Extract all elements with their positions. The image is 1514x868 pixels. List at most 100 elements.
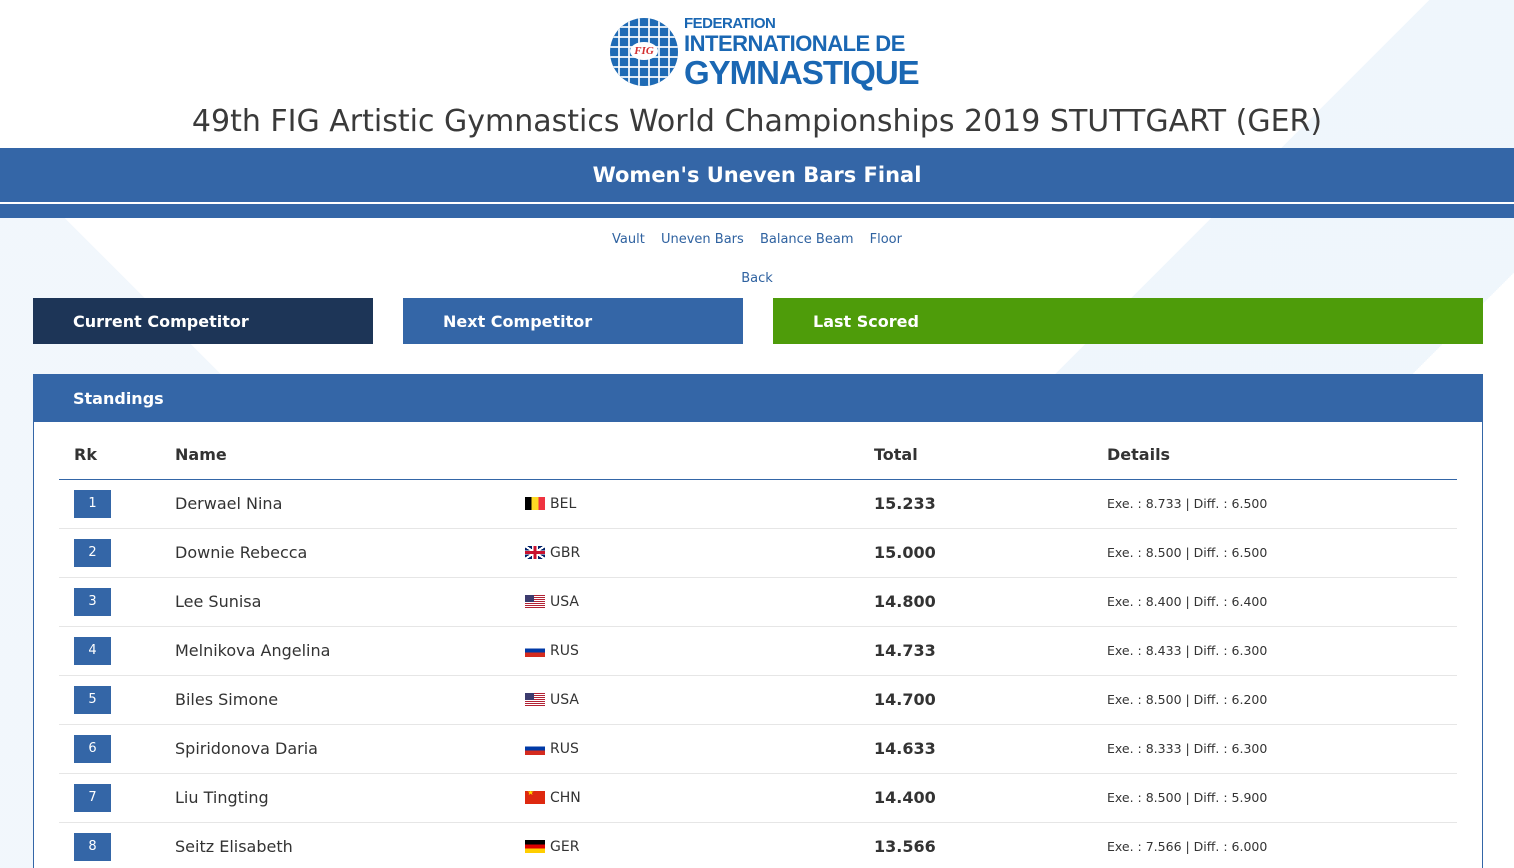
total-score: 15.000 [874,528,1107,578]
nation-code: BEL [550,495,577,512]
flag-icon [525,595,545,608]
nation-code: CHN [550,789,581,806]
nation: GBR [525,545,874,561]
score-details: Exe. : 8.333 | Diff. : 6.300 [1107,724,1457,774]
table-row[interactable]: 8 Seitz Elisabeth GER 13.566 Exe. : 7.566 | … [59,822,1457,868]
nav-link-vault[interactable]: Vault [612,232,645,247]
nation-cell: USA [525,675,874,725]
standings-table: Rk Name Total Details 1 Derwael Nina BEL 15… [59,422,1457,868]
rank-badge: 3 [74,587,111,616]
rank-badge: 5 [74,685,111,714]
logo-line-3: GYMNASTIQUE [684,53,920,91]
athlete-name: Spiridonova Daria [175,724,525,774]
total-score: 14.800 [874,577,1107,627]
table-row[interactable]: 1 Derwael Nina BEL 15.233 Exe. : 8.733 | Dif… [59,479,1457,529]
table-header-row: Rk Name Total Details [59,422,1457,480]
rank-cell: 7 [59,773,175,823]
flag-icon [525,791,545,804]
nation: GER [525,839,874,855]
athlete-name: Seitz Elisabeth [175,822,525,868]
nav-link-floor[interactable]: Floor [870,232,902,247]
nation: USA [525,594,874,610]
logo-line-2: INTERNATIONALE DE [684,30,905,56]
flag-icon [525,693,545,706]
score-details: Exe. : 8.500 | Diff. : 6.500 [1107,528,1457,578]
table-row[interactable]: 4 Melnikova Angelina RUS 14.733 Exe. : 8.433… [59,626,1457,676]
nation-cell: GER [525,822,874,868]
rank-cell: 3 [59,577,175,627]
total-score: 14.733 [874,626,1107,676]
back-link[interactable]: Back [741,271,773,286]
table-row[interactable]: 6 Spiridonova Daria RUS 14.633 Exe. : 8.333 … [59,724,1457,774]
table-row[interactable]: 2 Downie Rebecca GBR 15.000 Exe. : 8.500 | D… [59,528,1457,578]
score-details: Exe. : 8.500 | Diff. : 5.900 [1107,773,1457,823]
athlete-name: Lee Sunisa [175,577,525,627]
total-score: 13.566 [874,822,1107,868]
score-details: Exe. : 8.733 | Diff. : 6.500 [1107,479,1457,529]
column-header-rank: Rk [59,422,175,480]
apparatus-nav: Vault Uneven Bars Balance Beam Floor [0,232,1514,247]
table-row[interactable]: 5 Biles Simone USA 14.700 Exe. : 8.500 | Dif… [59,675,1457,725]
final-title: Women's Uneven Bars Final [0,148,1514,204]
logo-text: FEDERATION INTERNATIONALE DE GYMNASTIQUE [684,14,920,91]
score-details: Exe. : 8.400 | Diff. : 6.400 [1107,577,1457,627]
final-title-bar: Women's Uneven Bars Final [0,148,1514,218]
competitor-panels: Current Competitor Next Competitor Last … [33,298,1483,344]
nation: CHN [525,790,874,806]
score-details: Exe. : 7.566 | Diff. : 6.000 [1107,822,1457,868]
event-title: 49th FIG Artistic Gymnastics World Champ… [191,104,1323,139]
flag-icon [525,742,545,755]
total-score: 14.633 [874,724,1107,774]
score-details: Exe. : 8.433 | Diff. : 6.300 [1107,626,1457,676]
flag-icon [525,546,545,559]
nation-cell: BEL [525,479,874,529]
table-row[interactable]: 3 Lee Sunisa USA 14.800 Exe. : 8.400 | Diff.… [59,577,1457,627]
nation-code: GER [550,838,580,855]
nation-code: USA [550,691,579,708]
rank-cell: 1 [59,479,175,529]
standings-title: Standings [34,375,1482,422]
nation: BEL [525,496,874,512]
athlete-name: Melnikova Angelina [175,626,525,676]
rank-cell: 5 [59,675,175,725]
nav-link-balance-beam[interactable]: Balance Beam [760,232,854,247]
total-score: 14.700 [874,675,1107,725]
athlete-name: Downie Rebecca [175,528,525,578]
flag-icon [525,840,545,853]
athlete-name: Derwael Nina [175,479,525,529]
score-details: Exe. : 8.500 | Diff. : 6.200 [1107,675,1457,725]
rank-cell: 4 [59,626,175,676]
nation-cell: GBR [525,528,874,578]
rank-cell: 2 [59,528,175,578]
current-competitor-panel[interactable]: Current Competitor [33,298,373,344]
logo-line-1: FEDERATION [684,14,776,32]
nation-code: RUS [550,642,579,659]
last-scored-panel[interactable]: Last Scored [773,298,1483,344]
fig-emblem: FIG [630,42,658,60]
flag-icon [525,497,545,510]
column-header-nation [525,422,874,480]
nav-link-uneven-bars[interactable]: Uneven Bars [661,232,744,247]
rank-badge: 8 [74,832,111,861]
back-nav: Back [0,271,1514,286]
nation-cell: RUS [525,626,874,676]
nation: RUS [525,741,874,757]
standings-panel: Standings Rk Name Total Details 1 Derwael… [33,374,1483,868]
total-score: 15.233 [874,479,1107,529]
fig-logo[interactable]: FIG FEDERATION INTERNATIONALE DE GYMNAST… [610,14,920,90]
nation-cell: CHN [525,773,874,823]
rank-badge: 6 [74,734,111,763]
table-row[interactable]: 7 Liu Tingting CHN 14.400Exe. : 8.500 | Dif… [59,773,1457,823]
athlete-name: Biles Simone [175,675,525,725]
rank-badge: 7 [74,783,111,812]
standings-rows: 1 Derwael Nina BEL 15.233 Exe. : 8.733 | Dif… [59,479,1457,868]
nation-code: GBR [550,544,581,561]
globe-icon: FIG [610,18,678,86]
nation-code: USA [550,593,579,610]
column-header-total: Total [874,422,1107,480]
rank-cell: 6 [59,724,175,774]
next-competitor-panel[interactable]: Next Competitor [403,298,743,344]
athlete-name: Liu Tingting [175,773,525,823]
nation: USA [525,692,874,708]
nation-cell: USA [525,577,874,627]
